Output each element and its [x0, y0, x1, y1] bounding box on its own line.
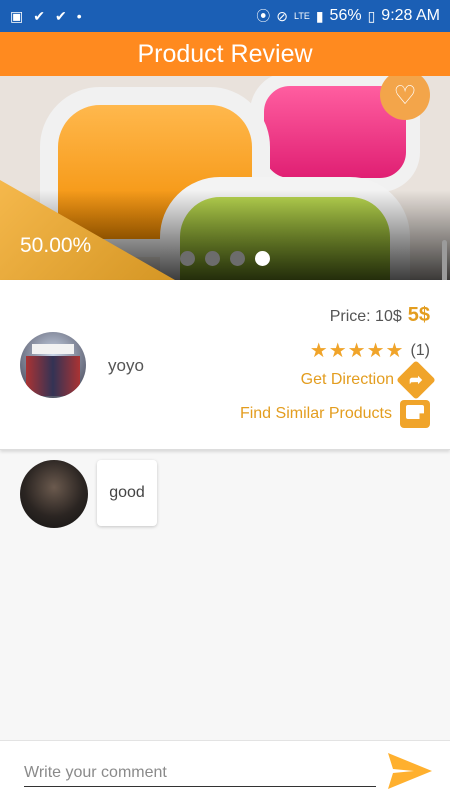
carousel-dot-active[interactable] — [255, 251, 270, 266]
carousel-dot[interactable] — [180, 251, 195, 266]
commenter-avatar[interactable] — [20, 460, 88, 528]
shop-sign — [32, 344, 74, 354]
carousel-dot[interactable] — [205, 251, 220, 266]
dot-icon: • — [76, 8, 82, 24]
direction-icon: ➦ — [396, 360, 436, 400]
gallery-icon: ▣ — [10, 8, 24, 24]
shop-name[interactable]: yoyo — [108, 356, 144, 376]
original-price: Price: 10$ — [329, 308, 402, 325]
rating: ★★★★★ (1) — [310, 338, 430, 363]
clock: 9:28 AM — [381, 7, 440, 24]
rating-count: (1) — [410, 341, 430, 359]
find-similar-label: Find Similar Products — [239, 405, 392, 422]
status-bar: ▣ ✔ ✔ • ⦿ ⊘ LTE ▮ 56% ▯ 9:28 AM — [0, 0, 450, 32]
mute-icon: ⊘ — [276, 8, 288, 24]
star-icon: ★★★★★ — [309, 340, 405, 362]
product-info-card: yoyo Price: 10$ 5$ ★★★★★ (1) Get Directi… — [0, 280, 450, 450]
signal-icon: ▮ — [315, 8, 324, 24]
carousel-dot[interactable] — [230, 251, 245, 266]
discounted-price: 5$ — [407, 304, 430, 326]
location-icon: ⦿ — [256, 8, 271, 24]
comment-composer — [0, 740, 450, 800]
get-direction-label: Get Direction — [300, 371, 394, 388]
shop-front — [26, 356, 80, 396]
check-icon: ✔ — [54, 8, 67, 24]
comment-text: good — [109, 484, 145, 501]
comment-bubble: good — [97, 460, 157, 526]
get-direction-button[interactable]: Get Direction ➦ — [300, 360, 436, 400]
network-label: LTE — [293, 10, 310, 21]
heart-icon[interactable]: ♡ — [380, 70, 430, 120]
carousel-indicator — [180, 251, 270, 266]
find-similar-products-button[interactable]: Find Similar Products — [240, 400, 430, 428]
shop-avatar[interactable] — [20, 332, 86, 398]
page-title: Product Review — [137, 39, 313, 68]
comment-input[interactable] — [24, 759, 376, 787]
similar-products-icon — [400, 400, 430, 428]
battery-level: 56% — [329, 7, 362, 24]
check-icon: ✔ — [33, 8, 45, 24]
battery-icon: ▯ — [367, 8, 376, 24]
app-bar: Product Review — [0, 32, 450, 76]
price-row: Price: 10$ 5$ — [330, 304, 430, 327]
send-icon[interactable] — [388, 753, 432, 789]
discount-label: 50.00% — [20, 234, 92, 257]
